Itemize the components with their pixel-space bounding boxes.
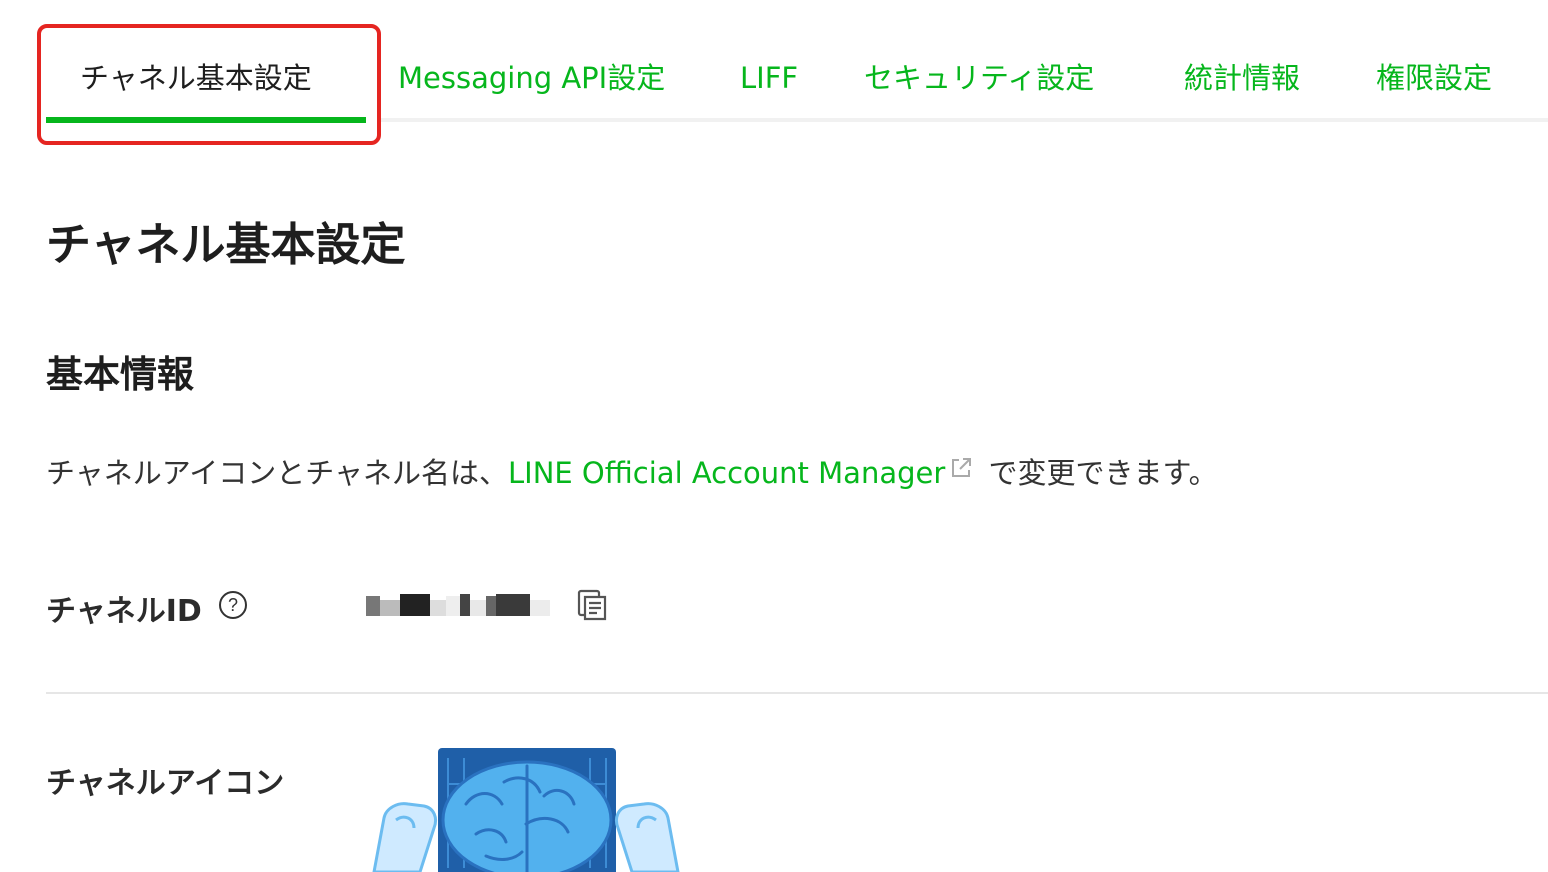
tab-channel-basic-settings[interactable]: チャネル基本設定 (80, 52, 312, 104)
channel-icon-image (372, 748, 680, 872)
tab-bar-divider (380, 118, 1548, 122)
description-before: チャネルアイコンとチャネル名は、 (46, 456, 508, 490)
tab-permission-settings[interactable]: 権限設定 (1376, 52, 1492, 104)
line-official-account-manager-link[interactable]: LINE Official Account Manager (508, 456, 945, 490)
channel-icon-label: チャネルアイコン (46, 766, 285, 801)
svg-text:?: ? (228, 595, 238, 615)
section-title-basic-info: 基本情報 (46, 353, 194, 396)
tab-bar: チャネル基本設定 Messaging API設定 LIFF セキュリティ設定 統… (0, 0, 1548, 124)
tab-security-settings[interactable]: セキュリティ設定 (864, 52, 1094, 104)
description-after: で変更できます。 (979, 456, 1218, 490)
channel-id-value-masked (366, 594, 550, 616)
section-divider (46, 692, 1548, 694)
help-circle-icon[interactable]: ? (218, 590, 248, 620)
active-tab-indicator (46, 117, 366, 123)
channel-id-label: チャネルID (46, 594, 202, 629)
page-title: チャネル基本設定 (46, 218, 406, 271)
tab-statistics[interactable]: 統計情報 (1184, 52, 1300, 104)
tab-liff[interactable]: LIFF (740, 52, 798, 104)
copy-icon[interactable] (576, 588, 608, 622)
description-text: チャネルアイコンとチャネル名は、LINE Official Account Ma… (46, 450, 1218, 492)
external-link-icon (952, 458, 972, 477)
tab-messaging-api-settings[interactable]: Messaging API設定 (398, 52, 665, 104)
